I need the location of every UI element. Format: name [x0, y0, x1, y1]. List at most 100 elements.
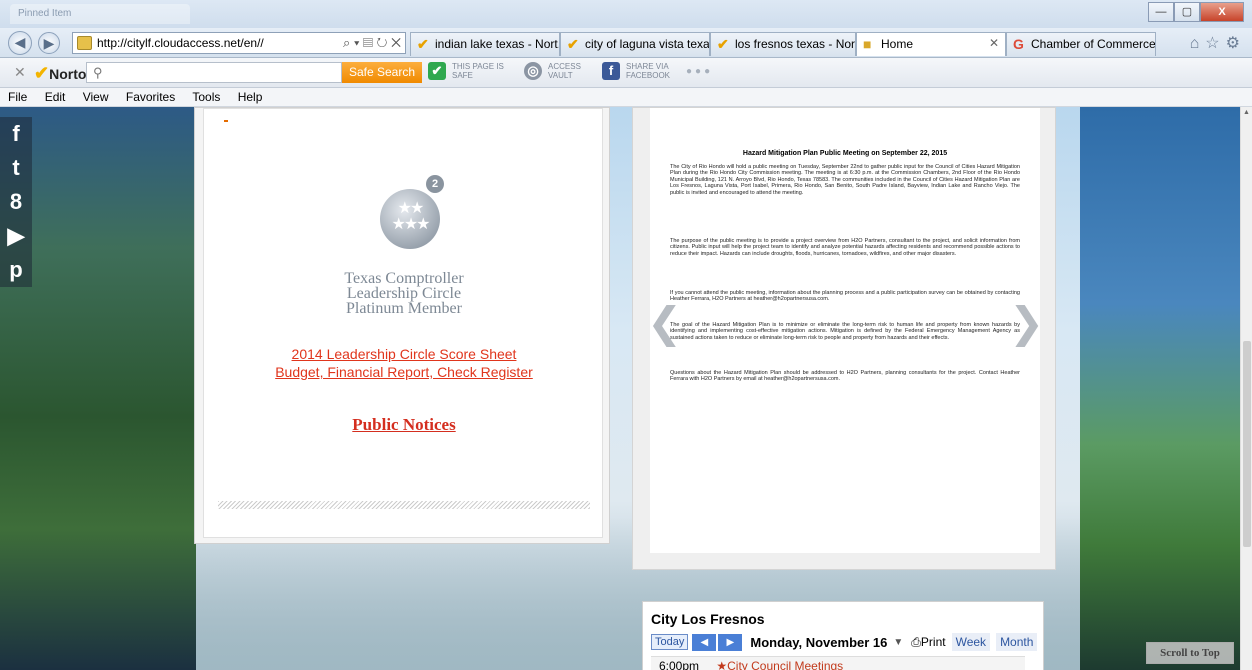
url-text: http://citylf.cloudaccess.net/en//	[97, 36, 264, 50]
window-controls: — ▢ X	[1148, 2, 1244, 22]
background-palms-right	[1080, 107, 1240, 670]
page-safe-indicator[interactable]: ✔ THIS PAGE IS SAFE	[428, 62, 504, 80]
menu-tools[interactable]: Tools	[192, 90, 220, 104]
norton-check-icon: ✔	[417, 36, 429, 52]
safe-search-button[interactable]: Safe Search	[342, 62, 422, 83]
share-line1: SHARE VIA	[626, 62, 669, 71]
maximize-button[interactable]: ▢	[1174, 2, 1200, 22]
facebook-icon: f	[602, 62, 620, 80]
prev-slide-icon[interactable]: ❮	[647, 298, 682, 347]
notice-title: Hazard Mitigation Plan Public Meeting on…	[742, 150, 948, 157]
address-controls-icon[interactable]: ⌕ ▾ ▤ ↻ ✕	[343, 35, 401, 51]
tab-indian-lake[interactable]: ✔ indian lake texas - Nort...	[410, 32, 560, 56]
menu-edit[interactable]: Edit	[45, 90, 66, 104]
score-sheet-link[interactable]: 2014 Leadership Circle Score Sheet	[204, 345, 604, 363]
share-line2: FACEBOOK	[626, 71, 671, 80]
menu-view[interactable]: View	[83, 90, 109, 104]
notice-paragraph: If you cannot attend the public meeting,…	[670, 290, 1020, 303]
tab-label: Chamber of Commerce...	[1031, 37, 1156, 51]
tab-home[interactable]: ■ Home ✕	[856, 32, 1006, 56]
tab-laguna-vista[interactable]: ✔ city of laguna vista texa...	[560, 32, 710, 56]
safe-check-icon: ✔	[428, 62, 446, 80]
leadership-circle-seal: ★★ ★★★ 2	[380, 175, 444, 249]
tab-label: Home	[881, 37, 914, 51]
calendar-widget: City Los Fresnos Today ◀ ▶ Monday, Novem…	[642, 601, 1044, 670]
comptroller-line2: Leadership Circle	[346, 285, 462, 302]
left-panel-inner: ★★ ★★★ 2 Texas Comptroller Leadership Cir…	[203, 108, 603, 538]
scroll-to-top-button[interactable]: Scroll to Top	[1146, 642, 1234, 664]
safe-line1: THIS PAGE IS	[452, 62, 504, 71]
address-bar[interactable]: http://citylf.cloudaccess.net/en// ⌕ ▾ ▤…	[72, 32, 406, 54]
more-options-icon[interactable]: ●●●	[686, 66, 713, 77]
calendar-title: City Los Fresnos	[651, 611, 765, 627]
back-arrow-icon[interactable]: ◀	[8, 31, 32, 55]
google-icon: G	[1013, 36, 1024, 52]
twitter-icon[interactable]: t	[0, 151, 32, 185]
safe-line2: SAFE	[452, 71, 473, 80]
comptroller-line1: Texas Comptroller	[344, 270, 464, 287]
norton-check-icon: ✔	[717, 36, 729, 52]
financial-links: 2014 Leadership Circle Score Sheet Budge…	[204, 345, 604, 381]
google-plus-icon[interactable]: 8	[0, 185, 32, 219]
tab-label: indian lake texas - Nort...	[435, 37, 560, 51]
site-favicon-icon: ■	[863, 36, 872, 52]
vertical-scrollbar[interactable]: ▲	[1240, 107, 1252, 670]
tab-label: los fresnos texas - Nort...	[735, 37, 856, 51]
stars-icon: ★★ ★★★	[391, 200, 430, 233]
youtube-icon[interactable]: ▶	[0, 219, 32, 253]
pinterest-icon[interactable]: p	[0, 253, 32, 287]
next-slide-icon[interactable]: ❯	[1009, 298, 1044, 347]
site-favicon-icon	[77, 36, 92, 50]
scrollbar-thumb[interactable]	[1243, 341, 1251, 547]
week-tab[interactable]: Week	[951, 633, 991, 651]
norton-check-icon: ✔	[567, 36, 579, 52]
menu-favorites[interactable]: Favorites	[126, 90, 175, 104]
print-label: Print	[920, 634, 946, 649]
slideshow-panel: Hazard Mitigation Plan Public Meeting on…	[632, 107, 1056, 570]
norton-search-input[interactable]: ⚲	[86, 62, 342, 83]
calendar-event[interactable]: 6:00pm ★City Council Meetings	[651, 656, 1025, 670]
facebook-icon[interactable]: f	[0, 117, 32, 151]
hazard-notice-document: Hazard Mitigation Plan Public Meeting on…	[650, 108, 1040, 553]
tab-los-fresnos[interactable]: ✔ los fresnos texas - Nort...	[710, 32, 856, 56]
norton-check-icon: ✔	[34, 63, 50, 83]
menu-bar: File Edit View Favorites Tools Help	[0, 88, 1252, 107]
pinned-tab[interactable]: Pinned Item	[10, 4, 190, 24]
budget-report-link[interactable]: Budget, Financial Report, Check Register	[204, 363, 604, 381]
close-button[interactable]: X	[1200, 2, 1244, 22]
orange-marker	[224, 120, 228, 122]
web-content: f t 8 ▶ p ★★ ★★★ 2 Texas Comptroller Lead…	[0, 107, 1240, 670]
comptroller-line3: Platinum Member	[346, 300, 462, 317]
forward-arrow-icon[interactable]: ▶	[38, 32, 60, 54]
tab-chamber-of-commerce[interactable]: G Chamber of Commerce...	[1006, 32, 1156, 56]
date-dropdown-icon[interactable]: ▼	[893, 637, 903, 648]
event-name: ★City Council Meetings	[716, 659, 843, 670]
calendar-date: Monday, November 16	[750, 634, 888, 650]
close-toolbar-icon[interactable]: ✕	[14, 64, 26, 81]
next-day-icon[interactable]: ▶	[718, 633, 743, 651]
minimize-button[interactable]: —	[1148, 2, 1174, 22]
notice-paragraph: The purpose of the public meeting is to …	[670, 238, 1020, 257]
menu-help[interactable]: Help	[238, 90, 263, 104]
vault-line1: ACCESS	[548, 62, 581, 71]
social-share-bar: f t 8 ▶ p	[0, 117, 32, 287]
public-notices-link[interactable]: Public Notices	[204, 415, 604, 435]
left-panel: ★★ ★★★ 2 Texas Comptroller Leadership Cir…	[194, 107, 610, 544]
share-facebook-button[interactable]: f SHARE VIA FACEBOOK	[602, 62, 670, 80]
vault-icon: ◎	[524, 62, 542, 80]
notice-paragraph: The goal of the Hazard Mitigation Plan i…	[670, 322, 1020, 341]
printer-icon: ⎙	[911, 634, 921, 649]
access-vault-button[interactable]: ◎ ACCESS VAULT	[524, 62, 581, 80]
scroll-up-icon[interactable]: ▲	[1243, 109, 1250, 116]
print-button[interactable]: ⎙Print	[911, 635, 945, 650]
today-button[interactable]: Today	[651, 634, 689, 650]
comptroller-text: Texas Comptroller Leadership Circle Plat…	[204, 270, 604, 317]
hatch-divider	[218, 501, 590, 509]
menu-file[interactable]: File	[8, 90, 27, 104]
prev-day-icon[interactable]: ◀	[692, 633, 717, 651]
month-tab[interactable]: Month	[996, 633, 1038, 651]
notice-paragraph: Questions about the Hazard Mitigation Pl…	[670, 370, 1020, 383]
star-icon: ★	[716, 659, 728, 670]
home-favorites-settings-icons[interactable]: ⌂☆⚙	[1190, 33, 1246, 53]
close-tab-icon[interactable]: ✕	[989, 36, 999, 50]
